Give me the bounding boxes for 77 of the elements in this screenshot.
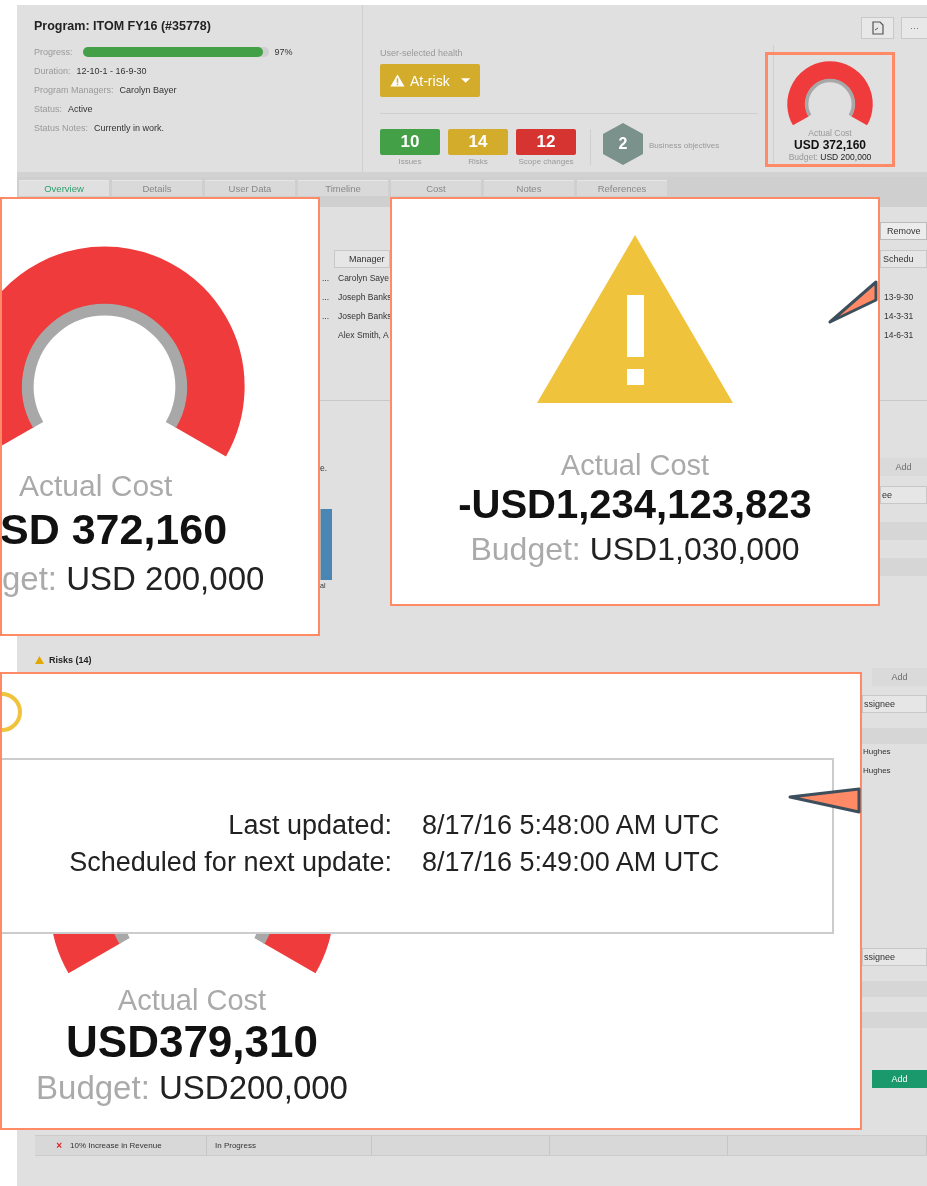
update-value: 8/17/16 5:49:00 AM UTC: [422, 847, 721, 878]
table-cell-text: Alex Smith, A: [337, 329, 390, 340]
column-header: ssignee: [862, 695, 927, 713]
update-label: Scheduled for next update:: [68, 847, 392, 878]
column-header: Manager: [334, 250, 390, 268]
health-dropdown[interactable]: At-risk: [380, 64, 480, 97]
tab[interactable]: User Data: [205, 180, 295, 196]
objectives-label: Business objectives: [649, 140, 720, 150]
field-label: Progress:: [34, 46, 73, 57]
add-button[interactable]: Add: [872, 1070, 927, 1088]
tab[interactable]: References: [577, 180, 667, 196]
budget-label: get:: [2, 560, 58, 598]
section-title: Risks (14): [49, 655, 92, 665]
budget-value: USD1,030,000: [589, 531, 800, 567]
tab[interactable]: Cost: [391, 180, 481, 196]
remove-button[interactable]: Remove: [880, 222, 927, 240]
field-value: Active: [68, 103, 93, 114]
table-cell-text: 14-3-31: [883, 310, 915, 321]
budget-value: USD200,000: [159, 1069, 348, 1106]
column-header: ee: [880, 486, 927, 504]
update-value: 8/17/16 5:48:00 AM UTC: [422, 810, 721, 841]
cost-value: USD379,310: [66, 1017, 318, 1067]
cost-label: Actual Cost: [560, 449, 710, 482]
field-value: 12-10-1 - 16-9-30: [76, 65, 147, 76]
export-button[interactable]: [861, 17, 894, 39]
count-label: Issues: [398, 157, 422, 166]
field-label: Program Managers:: [34, 84, 114, 95]
field-value: Carolyn Bayer: [119, 84, 177, 95]
table-cell-text: Hughes: [862, 746, 892, 758]
table-cell-text: 13-9-30: [883, 291, 915, 302]
document-icon: [870, 21, 885, 35]
budget-label: Budget:: [470, 531, 581, 567]
cost-label: Actual Cost: [808, 128, 852, 139]
column-header: Schedu: [880, 250, 927, 268]
field-label: Status Notes:: [34, 122, 89, 133]
field-label: Duration:: [34, 65, 71, 76]
table-cell: In Progress: [207, 1136, 372, 1155]
update-label: Last updated:: [227, 810, 392, 841]
table-cell-text: ...: [322, 291, 331, 302]
budget-value: USD 200,000: [66, 560, 265, 598]
field-label: Status:: [34, 103, 62, 114]
health-label: User-selected health: [380, 48, 464, 58]
budget-value: USD 200,000: [820, 152, 872, 163]
warning-icon: [390, 73, 405, 88]
caret-icon: [460, 78, 470, 83]
panel-text: e.: [320, 463, 329, 473]
tab[interactable]: Notes: [484, 180, 574, 196]
tab[interactable]: Overview: [19, 180, 109, 196]
warning-icon: [35, 656, 44, 664]
more-button[interactable]: ···: [901, 17, 927, 39]
program-title: Program: ITOM FY16 (#35778): [34, 19, 212, 33]
count-label: Risks: [468, 157, 488, 166]
cost-label: Actual Cost: [19, 469, 174, 504]
table-cell-text: ...: [322, 272, 331, 283]
count-badge[interactable]: 14: [448, 129, 508, 155]
chart-bar: [320, 509, 332, 580]
table-cell-text: Hughes: [862, 765, 892, 777]
status-mark: ×: [56, 1140, 62, 1151]
tab[interactable]: Details: [112, 180, 202, 196]
table-cell: 10% Increase in Revenue: [62, 1136, 207, 1155]
budget-label: Budget:: [36, 1069, 150, 1106]
column-header: ssignee: [862, 948, 927, 966]
budget-label: Budget:: [788, 152, 818, 163]
count-badge[interactable]: 10: [380, 129, 440, 155]
field-value: Currently in work.: [94, 122, 165, 133]
count-label: Scope changes: [518, 157, 574, 166]
tab[interactable]: Timeline: [298, 180, 388, 196]
warning-icon: [537, 235, 733, 403]
progress-reading: 97%: [274, 46, 293, 57]
cost-label: Actual Cost: [117, 984, 267, 1017]
table-cell-text: ...: [322, 310, 331, 321]
cost-value: -USD1,234,123,823: [458, 482, 812, 527]
count-badge[interactable]: 12: [516, 129, 576, 155]
objectives-hexagon[interactable]: 2: [603, 123, 643, 165]
table-cell-text: Carolyn Saye: [337, 272, 390, 283]
cost-value: USD 372,160: [793, 138, 866, 153]
table-cell-text: 14-6-31: [883, 329, 915, 340]
